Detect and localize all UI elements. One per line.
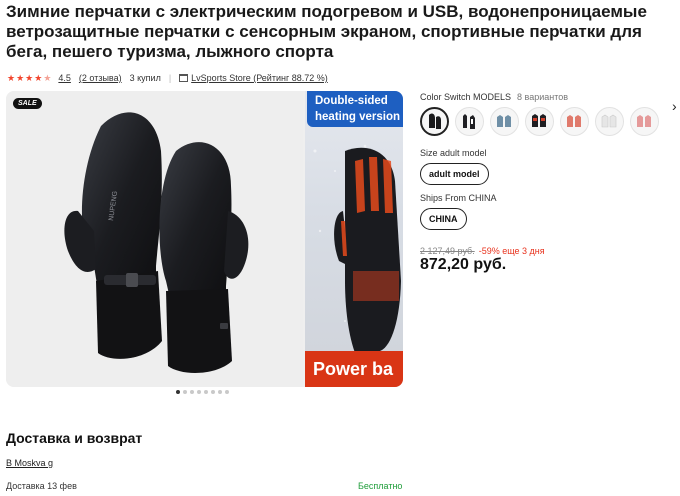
black-glove-icon	[463, 114, 475, 129]
black-mittens-photo: NUPENG	[64, 112, 249, 373]
old-price: 2 127,49 руб.	[420, 246, 475, 256]
size-option-adult-model[interactable]: adult model	[420, 163, 489, 185]
bought-count: 3 купил	[129, 73, 161, 83]
sale-badge: SALE	[13, 98, 42, 109]
variants-count: 8 вариантов	[517, 92, 569, 102]
color-option-label: Color Switch MODELS 8 вариантов	[420, 92, 680, 102]
old-price-row: 2 127,49 руб. -59% еще 3 дня	[420, 246, 545, 256]
pink-glove-icon	[637, 115, 651, 127]
ships-from-label: Ships From CHINA	[420, 193, 497, 203]
rating-stars: ★ ★ ★ ★ ★	[7, 72, 52, 83]
star-icon: ★	[34, 72, 43, 83]
swatch-pink-glove[interactable]	[630, 107, 659, 136]
product-gallery[interactable]: SALE NUPENG Double-sided heating version…	[6, 91, 403, 387]
delivery-date: Доставка 13 фев	[6, 481, 77, 491]
secondary-product-image[interactable]: Double-sided heating version Power ba	[305, 91, 403, 387]
color-label-text: Color Switch MODELS	[420, 92, 512, 102]
size-option-label: Size adult model	[420, 148, 487, 158]
pagination-dot[interactable]	[197, 390, 201, 394]
pagination-dot[interactable]	[225, 390, 229, 394]
star-icon: ★	[16, 72, 25, 83]
store-icon	[179, 74, 189, 82]
product-options: Color Switch MODELS 8 вариантов › Size ad…	[420, 92, 680, 230]
star-icon: ★	[7, 72, 16, 83]
pagination-dot[interactable]	[204, 390, 208, 394]
separator: |	[168, 73, 172, 83]
delivery-city-link[interactable]: В Moskva g	[6, 458, 53, 468]
heated-glove-photo	[313, 144, 401, 353]
pagination-dot[interactable]	[183, 390, 187, 394]
discount-label: -59% еще 3 дня	[478, 246, 545, 256]
half-star-icon: ★	[43, 72, 52, 83]
swatch-white-glove[interactable]	[595, 107, 624, 136]
star-icon: ★	[25, 72, 34, 83]
black-mitten-icon	[429, 113, 441, 129]
black-red-glove-icon	[532, 114, 546, 127]
delivery-cost: Бесплатно	[358, 481, 403, 491]
swatch-blue-glove[interactable]	[490, 107, 519, 136]
swatch-red-glove[interactable]	[560, 107, 589, 136]
pagination-dot[interactable]	[218, 390, 222, 394]
product-title: Зимние перчатки с электрическим подогрев…	[6, 2, 647, 61]
swatch-black-mitten[interactable]	[420, 107, 449, 136]
rating-row: ★ ★ ★ ★ ★ 4.5 (2 отзыва) 3 купил | LvSpo…	[7, 71, 328, 85]
main-product-image[interactable]: SALE NUPENG	[6, 91, 303, 387]
store-link[interactable]: LvSports Store (Рейтинг 88.72 %)	[179, 73, 328, 83]
pagination-dot[interactable]	[211, 390, 215, 394]
blue-glove-icon	[497, 115, 511, 127]
chevron-right-icon[interactable]: ›	[672, 98, 677, 114]
store-name[interactable]: LvSports Store (Рейтинг 88.72 %)	[191, 73, 328, 83]
power-bank-banner: Power ba	[305, 351, 403, 387]
current-price: 872,20 руб.	[420, 256, 507, 273]
reviews-link[interactable]: (2 отзыва)	[79, 73, 122, 83]
rating-value[interactable]: 4.5	[58, 73, 71, 83]
gallery-pagination[interactable]	[176, 390, 232, 394]
pagination-dot[interactable]	[176, 390, 180, 394]
delivery-heading: Доставка и возврат	[6, 430, 143, 446]
ships-from-option-china[interactable]: CHINA	[420, 208, 467, 230]
color-swatches	[420, 107, 680, 136]
red-glove-icon	[567, 115, 581, 127]
pagination-dot[interactable]	[190, 390, 194, 394]
white-glove-icon	[601, 114, 617, 128]
swatch-black-red-glove[interactable]	[525, 107, 554, 136]
swatch-black-glove[interactable]	[455, 107, 484, 136]
